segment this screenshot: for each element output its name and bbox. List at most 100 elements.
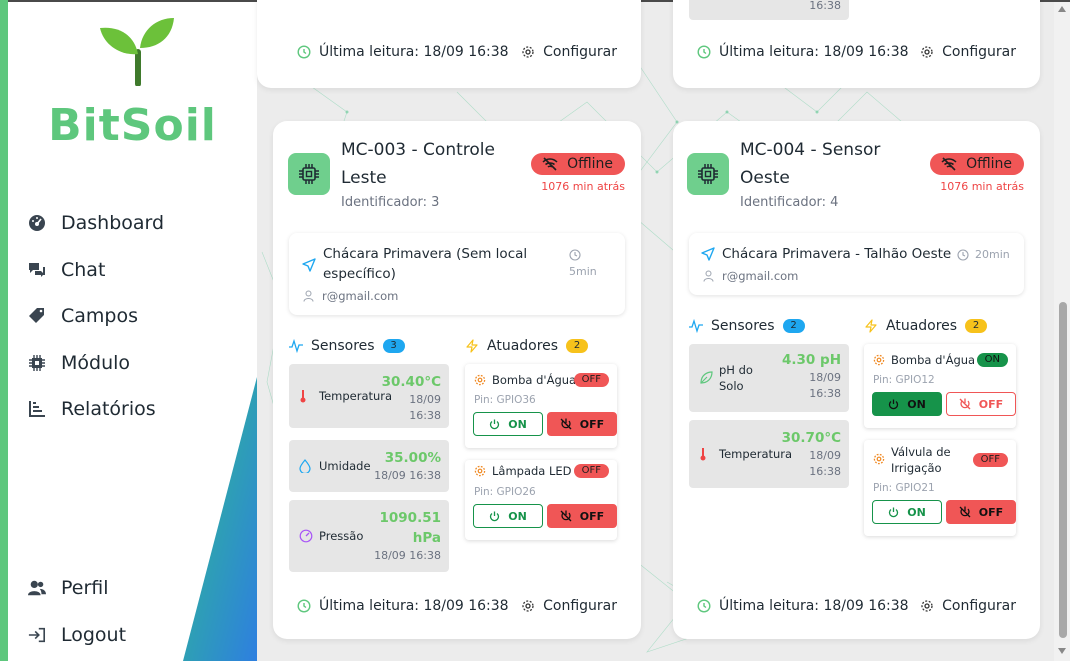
- sensor-value-unit: hPa: [412, 530, 441, 546]
- turn-off-button[interactable]: OFF: [547, 412, 617, 436]
- sensor-date: 18/09: [809, 371, 841, 384]
- turn-on-button[interactable]: ON: [872, 500, 942, 524]
- sensors-count-badge: 3: [382, 339, 405, 353]
- configure-label: Configurar: [543, 44, 617, 60]
- user-icon: [303, 290, 314, 302]
- actuators-header: Atuadores 2: [864, 318, 988, 334]
- actuator-name-line1: Válvula de: [891, 445, 951, 459]
- sidebar-item-dashboard[interactable]: Dashboard: [28, 200, 164, 247]
- actuators-header: Atuadores 2: [465, 338, 589, 354]
- module-title: MC-003 - Controle Leste: [341, 136, 495, 192]
- turn-off-button[interactable]: OFF: [946, 392, 1016, 416]
- actuator-card-valvula: Válvula de Irrigação OFF Pin: GPIO21 ON …: [864, 440, 1016, 536]
- actuators-label: Atuadores: [886, 318, 958, 334]
- turn-off-button[interactable]: OFF: [946, 500, 1016, 524]
- sidebar-item-campos[interactable]: Campos: [28, 293, 164, 340]
- clock-icon: [957, 248, 969, 261]
- location-name: Chácara Primavera - Talhão Oeste: [722, 246, 952, 262]
- location-updated: 5min: [569, 249, 597, 278]
- location-name-line2: específico): [323, 266, 396, 282]
- location-user: r@gmail.com: [703, 269, 798, 283]
- sensor-card-pressao: Pressão 1090.51 hPa 18/09 16:38: [289, 500, 449, 572]
- sensor-name: Pressão: [319, 529, 364, 543]
- sidebar-item-relatorios[interactable]: Relatórios: [28, 386, 164, 433]
- gauge-icon: [299, 529, 313, 543]
- scroll-up-arrow-icon[interactable]: [1058, 6, 1066, 12]
- bar-chart-icon: [28, 400, 46, 418]
- actuator-name: Lâmpada LED: [492, 464, 572, 478]
- sidebar-item-perfil[interactable]: Perfil: [28, 565, 126, 612]
- configure-button[interactable]: Configurar: [920, 598, 1016, 614]
- turn-on-label: ON: [508, 417, 527, 431]
- actuator-name: Válvula de Irrigação: [891, 444, 951, 476]
- power-icon: [889, 507, 899, 517]
- configure-label: Configurar: [942, 44, 1016, 60]
- sidebar-item-label: Campos: [61, 305, 139, 328]
- actuator-name: Bomba d'Água: [492, 373, 577, 387]
- sensor-date: 18/09: [809, 449, 841, 462]
- actuator-card-bomba: Bomba d'Água OFF Pin: GPIO36 ON OFF: [465, 364, 617, 448]
- sensors-label: Sensores: [711, 318, 775, 334]
- last-reading-text: Última leitura: 18/09 16:38: [719, 44, 909, 60]
- configure-button[interactable]: Configurar: [521, 598, 617, 614]
- left-accent-strip: [0, 0, 8, 661]
- actuator-name: Bomba d'Água: [891, 353, 976, 367]
- sidebar-item-label: Módulo: [61, 351, 131, 374]
- scroll-down-arrow-icon[interactable]: [1058, 648, 1066, 654]
- clock-icon: [297, 599, 311, 613]
- gear-icon: [522, 46, 534, 58]
- last-reading-text: Última leitura: 18/09 16:38: [319, 598, 509, 614]
- status-badge: Offline: [930, 153, 1024, 175]
- chip-icon: [687, 153, 729, 195]
- sensors-header: Sensores 3: [289, 338, 405, 354]
- card-footer: Última leitura: 18/09 16:38 Configurar: [297, 598, 617, 614]
- sidebar-item-modulo[interactable]: Módulo: [28, 340, 164, 387]
- power-off-icon: [560, 418, 572, 430]
- power-icon: [490, 419, 500, 429]
- sensor-stub-time: 16:38: [809, 0, 841, 12]
- scrollbar-thumb[interactable]: [1059, 302, 1067, 638]
- actuators-label: Atuadores: [487, 338, 559, 354]
- activity-icon: [689, 319, 703, 333]
- sidebar-item-chat[interactable]: Chat: [28, 247, 164, 294]
- sidebar-item-logout[interactable]: Logout: [28, 612, 126, 659]
- turn-on-button[interactable]: ON: [473, 504, 543, 528]
- sidebar-bottom-nav: Perfil Logout: [28, 565, 126, 658]
- module-identifier: Identificador: 3: [341, 195, 440, 210]
- location-box: Chácara Primavera (Sem local específico)…: [289, 233, 625, 315]
- configure-button[interactable]: Configurar: [521, 44, 617, 60]
- power-off-icon: [959, 506, 971, 518]
- user-icon: [703, 270, 714, 282]
- actuator-state-badge: OFF: [573, 464, 609, 478]
- turn-on-button[interactable]: ON: [473, 412, 543, 436]
- last-reading: Última leitura: 18/09 16:38: [297, 598, 509, 614]
- droplet-icon: [299, 459, 311, 473]
- navigation-icon: [701, 247, 715, 261]
- module-card-mc-003: MC-003 - Controle Leste Identificador: 3…: [273, 121, 641, 639]
- turn-off-label: OFF: [978, 505, 1004, 519]
- power-off-icon: [560, 510, 572, 522]
- sensor-name: pH do Solo: [719, 362, 753, 394]
- sidebar-item-label: Logout: [61, 623, 127, 646]
- turn-off-button[interactable]: OFF: [547, 504, 617, 528]
- configure-button[interactable]: Configurar: [920, 44, 1016, 60]
- sensor-date: 18/09: [409, 393, 441, 406]
- turn-off-label: OFF: [579, 509, 605, 523]
- turn-on-label: ON: [508, 509, 527, 523]
- sensor-datetime: 18/09 16:38: [374, 549, 441, 562]
- lightning-icon: [466, 339, 478, 353]
- sensor-card-umidade: Umidade 35.00% 18/09 16:38: [289, 440, 449, 492]
- clock-icon: [697, 45, 711, 59]
- sensor-time: 16:38: [809, 465, 841, 478]
- sensors-header: Sensores 2: [689, 318, 805, 334]
- power-off-icon: [959, 398, 971, 410]
- status-badge: Offline: [531, 153, 625, 175]
- sensors-label: Sensores: [311, 338, 375, 354]
- brand-logo-text: BitSoil: [48, 100, 217, 151]
- power-icon: [490, 511, 500, 521]
- sprout-logo-icon: [100, 18, 174, 86]
- chip-icon: [28, 354, 46, 372]
- configure-label: Configurar: [543, 598, 617, 614]
- turn-on-button[interactable]: ON: [872, 392, 942, 416]
- sensor-value: 30.40°C: [381, 374, 441, 390]
